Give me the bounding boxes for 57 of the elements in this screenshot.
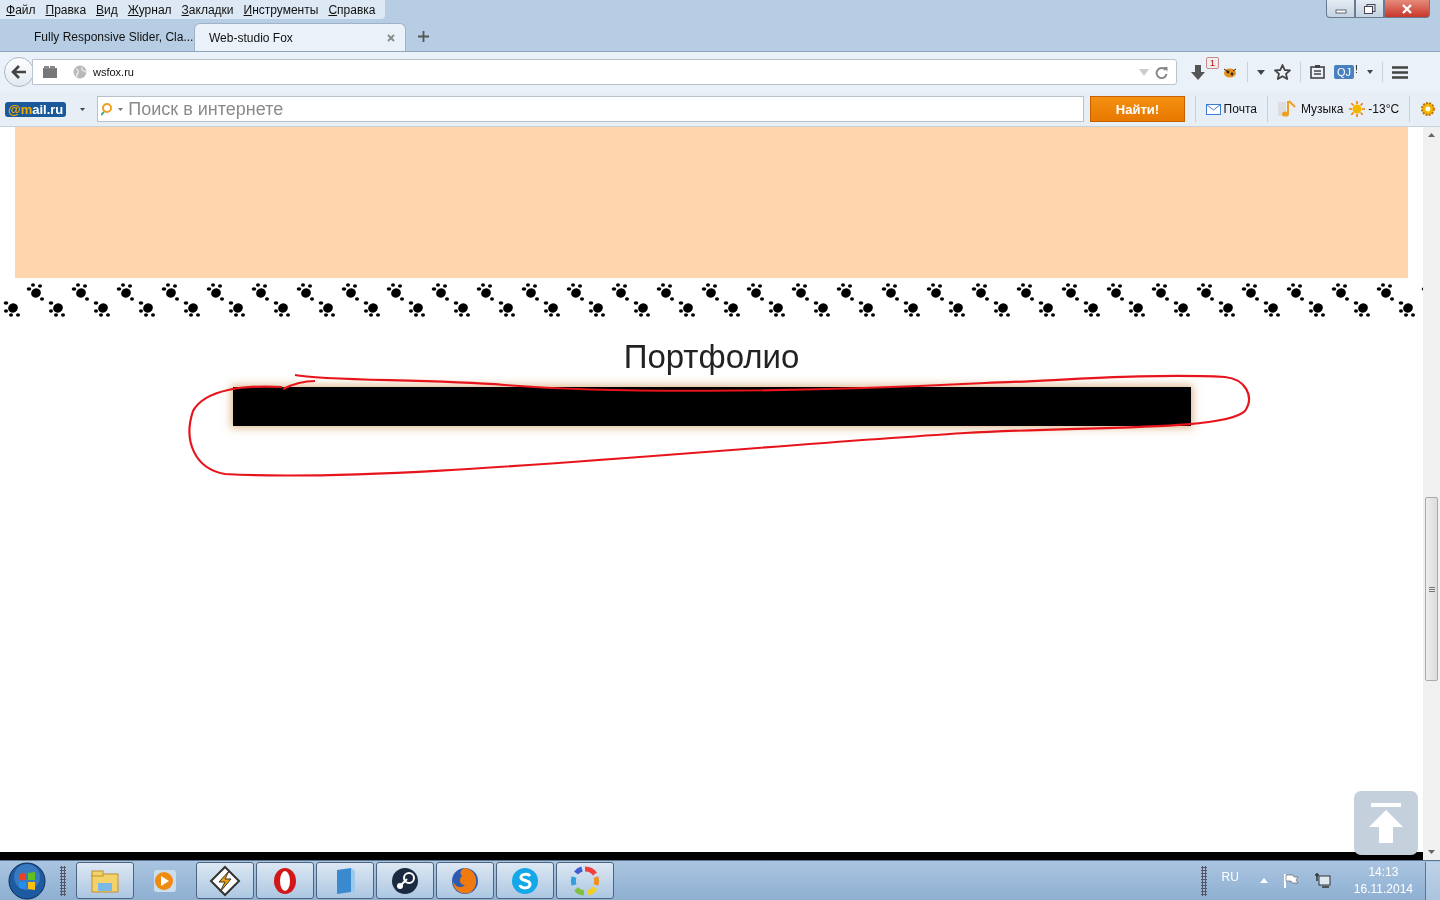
scrollbar-thumb[interactable] bbox=[1425, 497, 1438, 681]
tab-group-icon[interactable] bbox=[43, 66, 57, 78]
globe-icon bbox=[73, 65, 87, 79]
menu-item[interactable]: Справка bbox=[324, 2, 382, 17]
taskbar-button[interactable] bbox=[496, 862, 554, 899]
scroll-up-icon[interactable] bbox=[1428, 133, 1435, 137]
close-icon[interactable] bbox=[387, 33, 395, 42]
taskbar-button[interactable] bbox=[256, 862, 314, 899]
menu-item[interactable]: Закладки bbox=[177, 2, 240, 17]
toolbar-link[interactable]: Музыка bbox=[1277, 100, 1344, 118]
mail-logo[interactable]: @mail.ru bbox=[5, 101, 67, 117]
search-field[interactable]: Поиск в интернете bbox=[97, 96, 1085, 122]
start-button[interactable] bbox=[8, 861, 46, 900]
taskbar-button[interactable] bbox=[196, 862, 254, 899]
network-icon[interactable] bbox=[1314, 873, 1331, 888]
menu-icon[interactable] bbox=[1391, 65, 1408, 79]
settings-icon[interactable] bbox=[1420, 101, 1436, 117]
music-note-icon bbox=[1277, 100, 1298, 118]
reading-list-icon[interactable] bbox=[1310, 65, 1325, 79]
menu-item[interactable]: Файл bbox=[2, 2, 42, 17]
addon-button[interactable]: QJ bbox=[1334, 65, 1355, 79]
minimize-button[interactable] bbox=[1326, 0, 1355, 18]
scroll-down-icon[interactable] bbox=[1428, 850, 1435, 854]
back-arrow-icon bbox=[11, 65, 27, 79]
sun-icon bbox=[1349, 101, 1366, 117]
address-field[interactable]: wsfox.ru bbox=[32, 59, 1177, 85]
notification-badge: 1 bbox=[1206, 57, 1219, 69]
dropdown-icon[interactable] bbox=[1257, 69, 1265, 75]
back-button[interactable] bbox=[4, 57, 34, 87]
weather-widget[interactable]: -13°C bbox=[1349, 101, 1400, 117]
close-button[interactable] bbox=[1384, 0, 1430, 18]
flag-icon[interactable] bbox=[1283, 873, 1299, 888]
restore-button[interactable] bbox=[1355, 0, 1384, 18]
browser-tab[interactable]: Fully Responsive Slider, Cla... bbox=[16, 23, 194, 51]
reload-icon[interactable] bbox=[1155, 65, 1168, 79]
download-icon[interactable] bbox=[1191, 64, 1205, 80]
menu-item[interactable]: Правка bbox=[41, 2, 93, 17]
section-heading: Портфолио bbox=[623, 337, 800, 377]
ring-icon bbox=[569, 864, 601, 897]
show-desktop-button[interactable] bbox=[1425, 861, 1440, 900]
arrow-up-icon bbox=[1369, 803, 1403, 843]
browser-tab[interactable]: Web-studio Fox bbox=[194, 23, 406, 51]
addon-mark: ! bbox=[1355, 63, 1358, 75]
dropdown-icon[interactable] bbox=[1366, 70, 1373, 74]
new-tab-icon[interactable] bbox=[418, 31, 429, 42]
dropdown-icon[interactable] bbox=[80, 107, 86, 111]
menu-item[interactable]: Журнал bbox=[123, 2, 178, 17]
bug-icon[interactable] bbox=[1222, 66, 1238, 78]
taskbar-button[interactable] bbox=[376, 862, 434, 899]
menu-item[interactable]: Инструменты bbox=[239, 2, 325, 17]
envelope-icon bbox=[1205, 103, 1221, 115]
menu-item[interactable]: Вид bbox=[92, 2, 124, 17]
restore-icon bbox=[1363, 3, 1376, 14]
lightning-icon bbox=[209, 864, 241, 897]
close-icon bbox=[1400, 3, 1414, 14]
toolbar-link[interactable]: Почта bbox=[1205, 102, 1257, 116]
star-icon[interactable] bbox=[1274, 64, 1291, 80]
